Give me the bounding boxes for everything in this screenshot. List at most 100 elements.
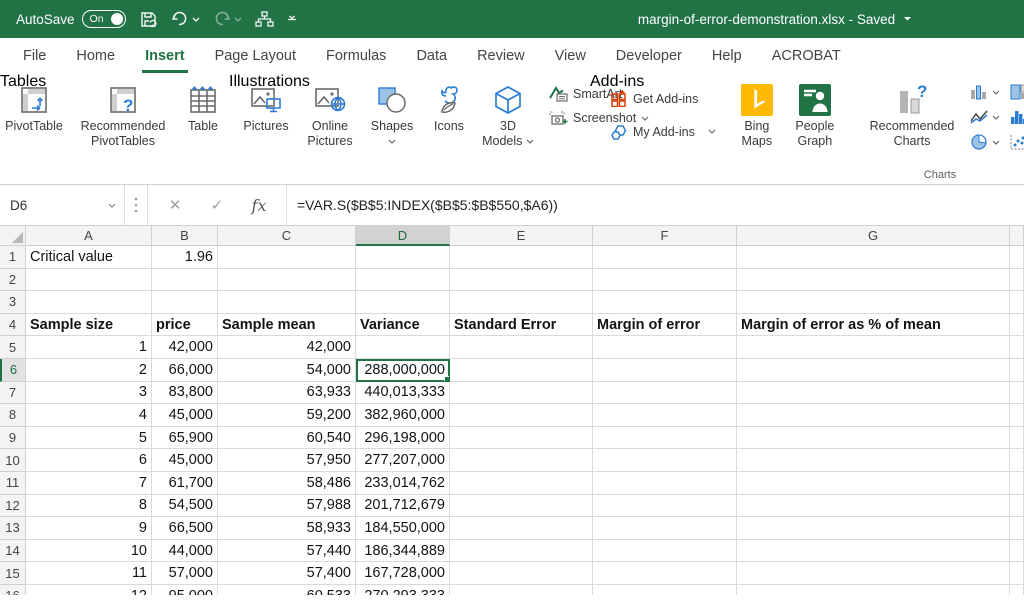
- row-header-16[interactable]: 16: [0, 585, 26, 595]
- cell-D13[interactable]: 184,550,000: [356, 517, 450, 540]
- cell-E9[interactable]: [450, 427, 593, 450]
- cell-F3[interactable]: [593, 291, 737, 314]
- cell[interactable]: [1010, 336, 1024, 359]
- cell-G9[interactable]: [737, 427, 1010, 450]
- cell-F13[interactable]: [593, 517, 737, 540]
- cell-E6[interactable]: [450, 359, 593, 382]
- cell-C1[interactable]: [218, 246, 356, 269]
- row-header-8[interactable]: 8: [0, 404, 26, 427]
- cell-C14[interactable]: 57,440: [218, 540, 356, 563]
- cell-A11[interactable]: 7: [26, 472, 152, 495]
- cell-G13[interactable]: [737, 517, 1010, 540]
- cell-F4[interactable]: Margin of error: [593, 314, 737, 337]
- cell-D4[interactable]: Variance: [356, 314, 450, 337]
- cancel-icon[interactable]: ✕: [154, 196, 196, 214]
- row-header-2[interactable]: 2: [0, 269, 26, 292]
- cell-E3[interactable]: [450, 291, 593, 314]
- cell-E7[interactable]: [450, 382, 593, 405]
- cell-F11[interactable]: [593, 472, 737, 495]
- cell-B8[interactable]: 45,000: [152, 404, 218, 427]
- cell-G5[interactable]: [737, 336, 1010, 359]
- cell[interactable]: [1010, 540, 1024, 563]
- row-header-6[interactable]: 6: [0, 359, 26, 382]
- cell-G16[interactable]: [737, 585, 1010, 595]
- row-header-7[interactable]: 7: [0, 382, 26, 405]
- cell-B7[interactable]: 83,800: [152, 382, 218, 405]
- row-header-11[interactable]: 11: [0, 472, 26, 495]
- cell-G14[interactable]: [737, 540, 1010, 563]
- row-header-4[interactable]: 4: [0, 314, 26, 337]
- cell-D5[interactable]: [356, 336, 450, 359]
- cell-C2[interactable]: [218, 269, 356, 292]
- my-addins-button[interactable]: My Add-ins: [610, 123, 716, 140]
- cell-B14[interactable]: 44,000: [152, 540, 218, 563]
- cell-E12[interactable]: [450, 495, 593, 518]
- selected-cell-D6[interactable]: 288,000,000: [356, 359, 450, 382]
- cell-C12[interactable]: 57,988: [218, 495, 356, 518]
- cell[interactable]: [1010, 404, 1024, 427]
- cell-E14[interactable]: [450, 540, 593, 563]
- cell-C6[interactable]: 54,000: [218, 359, 356, 382]
- row-header-9[interactable]: 9: [0, 427, 26, 450]
- cell-B16[interactable]: 95,000: [152, 585, 218, 595]
- cell-B11[interactable]: 61,700: [152, 472, 218, 495]
- cell-D16[interactable]: 270,293,333: [356, 585, 450, 595]
- cell[interactable]: [1010, 449, 1024, 472]
- cell-A7[interactable]: 3: [26, 382, 152, 405]
- cell[interactable]: [1010, 427, 1024, 450]
- cell-D9[interactable]: 296,198,000: [356, 427, 450, 450]
- cell-A14[interactable]: 10: [26, 540, 152, 563]
- cell-C5[interactable]: 42,000: [218, 336, 356, 359]
- cell[interactable]: [1010, 495, 1024, 518]
- cell-A13[interactable]: 9: [26, 517, 152, 540]
- cell-A15[interactable]: 11: [26, 562, 152, 585]
- cell-G12[interactable]: [737, 495, 1010, 518]
- cell-G10[interactable]: [737, 449, 1010, 472]
- cell-E1[interactable]: [450, 246, 593, 269]
- cell-A6[interactable]: 2: [26, 359, 152, 382]
- cell-A2[interactable]: [26, 269, 152, 292]
- cell-E8[interactable]: [450, 404, 593, 427]
- tab-home[interactable]: Home: [63, 38, 128, 73]
- cell-E5[interactable]: [450, 336, 593, 359]
- column-header-G[interactable]: G: [737, 226, 1010, 246]
- column-chart-button[interactable]: [970, 84, 1000, 100]
- cell[interactable]: [1010, 562, 1024, 585]
- cell-B5[interactable]: 42,000: [152, 336, 218, 359]
- cell[interactable]: [1010, 585, 1024, 595]
- row-header-14[interactable]: 14: [0, 540, 26, 563]
- cell-A16[interactable]: 12: [26, 585, 152, 595]
- cell-D1[interactable]: [356, 246, 450, 269]
- column-header-A[interactable]: A: [26, 226, 152, 246]
- row-header-15[interactable]: 15: [0, 562, 26, 585]
- tab-data[interactable]: Data: [403, 38, 460, 73]
- select-all-corner[interactable]: [0, 226, 26, 246]
- cell-G11[interactable]: [737, 472, 1010, 495]
- cell-D10[interactable]: 277,207,000: [356, 449, 450, 472]
- cell-D3[interactable]: [356, 291, 450, 314]
- cell-F12[interactable]: [593, 495, 737, 518]
- row-header-1[interactable]: 1: [0, 246, 26, 269]
- cell-B10[interactable]: 45,000: [152, 449, 218, 472]
- cell-B12[interactable]: 54,500: [152, 495, 218, 518]
- cell-A5[interactable]: 1: [26, 336, 152, 359]
- cell-B4[interactable]: price: [152, 314, 218, 337]
- row-header-13[interactable]: 13: [0, 517, 26, 540]
- column-header-F[interactable]: F: [593, 226, 737, 246]
- cell-C16[interactable]: 60,533: [218, 585, 356, 595]
- cell-D8[interactable]: 382,960,000: [356, 404, 450, 427]
- formula-input[interactable]: =VAR.S($B$5:INDEX($B$5:$B$550,$A6)): [287, 185, 1024, 225]
- pie-chart-button[interactable]: [970, 134, 1000, 150]
- scatter-chart-button[interactable]: [1010, 134, 1024, 150]
- cell-F8[interactable]: [593, 404, 737, 427]
- cell[interactable]: [1010, 517, 1024, 540]
- statistic-chart-button[interactable]: [1010, 109, 1024, 125]
- enter-icon[interactable]: ✓: [196, 196, 238, 214]
- tab-file[interactable]: File: [10, 38, 59, 73]
- tab-formulas[interactable]: Formulas: [313, 38, 399, 73]
- title-chevron-icon[interactable]: [903, 16, 912, 22]
- cell[interactable]: [1010, 314, 1024, 337]
- cell-G6[interactable]: [737, 359, 1010, 382]
- cell-C7[interactable]: 63,933: [218, 382, 356, 405]
- cell-D15[interactable]: 167,728,000: [356, 562, 450, 585]
